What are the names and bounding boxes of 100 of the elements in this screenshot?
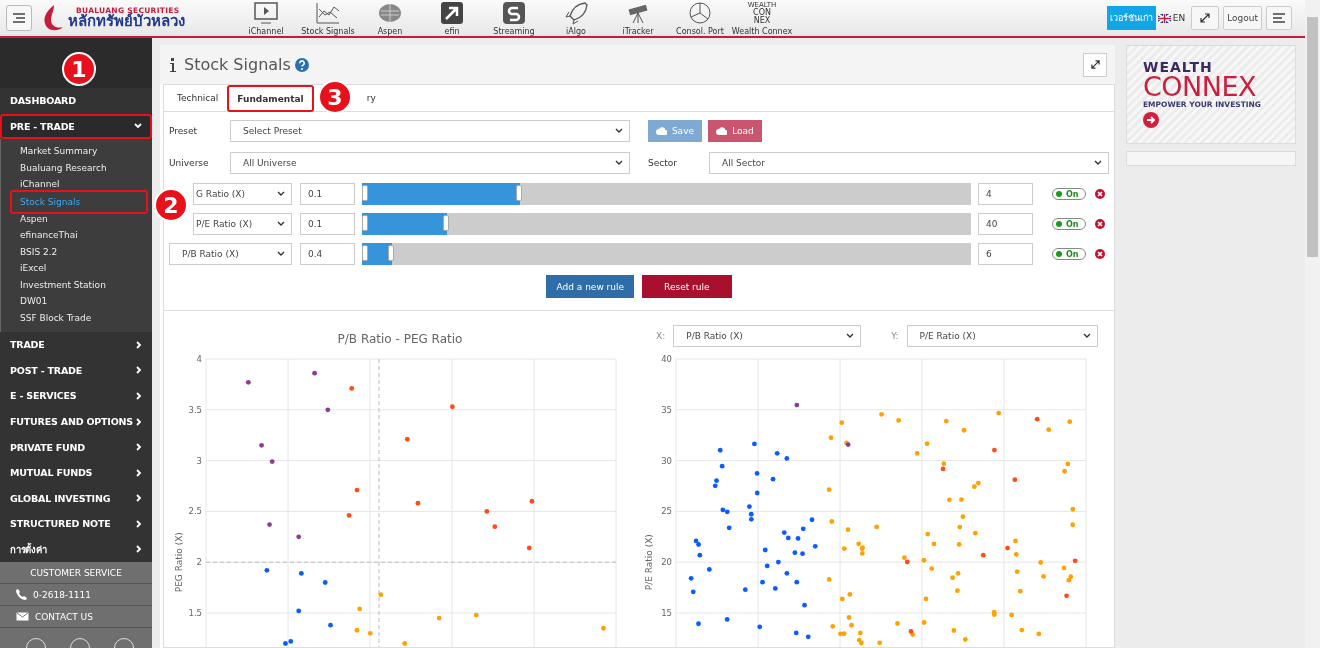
scrollbar[interactable] [1305, 0, 1320, 648]
menu-icon [1273, 13, 1285, 23]
banner-text: WEALTH [1143, 60, 1214, 74]
max-input[interactable]: 40 [978, 213, 1033, 235]
app-launcher[interactable]: Aspen [359, 0, 421, 36]
chart-title: P/B Ratio - PEG Ratio [337, 332, 463, 346]
monitor-icon [253, 0, 279, 25]
tab[interactable]: Technical [168, 85, 228, 111]
range-slider[interactable] [362, 213, 971, 235]
min-input[interactable]: 0.1 [300, 183, 355, 205]
toggle-switch[interactable]: On [1052, 218, 1086, 230]
app-launcher[interactable]: iAlgo [545, 0, 607, 36]
remove-icon[interactable] [1095, 249, 1105, 259]
cloud-upload-icon [656, 127, 667, 135]
axis-title: P/E Ratio (X) [644, 534, 654, 591]
range-slider[interactable] [362, 243, 971, 265]
logout-button[interactable]: Logout [1223, 6, 1262, 30]
menu-icon [13, 13, 25, 23]
y-axis-select[interactable]: P/E Ratio (X) [906, 325, 1098, 347]
axis-title: PEG Ratio (X) [174, 532, 184, 593]
chevron-right-icon [136, 443, 142, 452]
max-input[interactable]: 4 [978, 183, 1033, 205]
arrow-button[interactable] [1143, 112, 1159, 128]
sidebar-item[interactable]: PRIVATE FUND [0, 434, 152, 460]
min-input[interactable]: 0.4 [300, 243, 355, 265]
metric-select[interactable]: P/E Ratio (X) [193, 213, 292, 235]
sidebar-item[interactable]: MUTUAL FUNDS [0, 459, 152, 486]
flag-icon [1157, 13, 1171, 23]
sidebar-item[interactable]: PRE - TRADE [0, 113, 152, 140]
slider-handle[interactable] [362, 245, 368, 261]
contact-link[interactable]: CONTACT US [35, 611, 93, 622]
sidebar-item[interactable]: GLOBAL INVESTING [0, 485, 152, 511]
app-launcher[interactable]: Consol. Port [669, 0, 731, 36]
sidebar-item[interactable]: FUTURES AND OPTIONS [0, 408, 152, 435]
remove-icon[interactable] [1095, 189, 1105, 199]
sidebar-subitem[interactable]: DW01 [10, 293, 148, 310]
envelope-icon [16, 612, 29, 621]
chevron-down-icon [134, 123, 142, 130]
app-launcher[interactable]: iTracker [607, 0, 669, 36]
slider-handle[interactable] [362, 215, 368, 231]
sidebar-item[interactable]: การตั้งค่า [0, 536, 152, 562]
add-rule-button[interactable]: Add a new rule [546, 275, 635, 298]
sidebar-subitem[interactable]: Market Summary [10, 143, 148, 160]
sidebar-item[interactable]: STRUCTURED NOTE [0, 510, 152, 537]
sidebar-item[interactable]: POST - TRADE [0, 357, 152, 384]
phone-icon [16, 589, 27, 600]
sidebar-item[interactable]: TRADE [0, 332, 152, 358]
sidebar-subitem[interactable]: BSIS 2.2 [10, 243, 148, 261]
sidebar-subitem[interactable]: Stock Signals [10, 189, 148, 214]
sidebar-item[interactable]: E - SERVICES [0, 383, 152, 409]
tab[interactable]: ry [357, 85, 385, 111]
menu-button[interactable] [6, 5, 32, 31]
chart-icon [315, 0, 341, 25]
phone-number[interactable]: 0-2618-1111 [33, 589, 92, 600]
preset-select[interactable]: Select Preset [230, 120, 630, 142]
sidebar-subitem[interactable]: iExcel [10, 260, 148, 277]
max-input[interactable]: 6 [978, 243, 1033, 265]
app-launcher[interactable]: iChannel [235, 0, 297, 36]
sidebar-subitem[interactable]: SSF Block Trade [10, 309, 148, 327]
sidebar-item[interactable]: DASHBOARD [0, 88, 152, 114]
caret-icon [277, 251, 285, 257]
slider-handle[interactable] [516, 185, 523, 201]
reset-rule-button[interactable]: Reset rule [642, 275, 732, 298]
app-launcher[interactable]: efin [421, 0, 483, 36]
slider-handle[interactable] [443, 215, 450, 231]
tab[interactable]: Fundamental [227, 85, 314, 112]
slider-handle[interactable] [388, 245, 395, 261]
metric-select[interactable]: G Ratio (X) [193, 183, 292, 205]
y-axis-label: Y: [891, 330, 899, 343]
load-button[interactable]: Load [708, 120, 762, 142]
axis-tick-label: 40 [661, 354, 672, 364]
sidebar-subitem[interactable]: Bualuang Research [10, 159, 148, 177]
sector-select[interactable]: All Sector [709, 152, 1109, 174]
min-input[interactable]: 0.1 [300, 213, 355, 235]
field-label: Preset [169, 126, 199, 136]
chevron-right-icon [136, 468, 142, 477]
axis-tick-label: 3 [196, 455, 202, 466]
universe-select[interactable]: All Universe [230, 152, 630, 174]
range-slider[interactable] [362, 183, 971, 205]
caret-icon [277, 221, 285, 227]
slider-handle[interactable] [362, 185, 368, 201]
remove-icon[interactable] [1095, 219, 1105, 229]
axis-tick-label: 35 [661, 404, 672, 415]
x-axis-select[interactable]: P/B Ratio (X) [673, 325, 862, 347]
expand-icon [1200, 13, 1211, 23]
metric-select[interactable]: P/B Ratio (X) [169, 243, 292, 265]
app-launcher[interactable]: Streaming [483, 0, 545, 36]
fullscreen-button[interactable] [1191, 6, 1220, 30]
toggle-switch[interactable]: On [1052, 188, 1086, 200]
chevron-right-icon [136, 494, 142, 503]
sidebar-subitem[interactable]: efinanceThai [10, 227, 148, 244]
app-launcher[interactable]: Stock Signals [297, 0, 359, 36]
caret-icon [615, 128, 623, 134]
sidebar-subitem[interactable]: Investment Station [10, 276, 148, 294]
toggle-switch[interactable]: On [1052, 248, 1086, 260]
expand-button[interactable] [1083, 52, 1107, 77]
menu-button[interactable] [1266, 6, 1292, 30]
language-link[interactable]: EN [1172, 13, 1186, 23]
x-axis-label: X: [656, 330, 666, 343]
help-icon[interactable] [294, 57, 309, 72]
